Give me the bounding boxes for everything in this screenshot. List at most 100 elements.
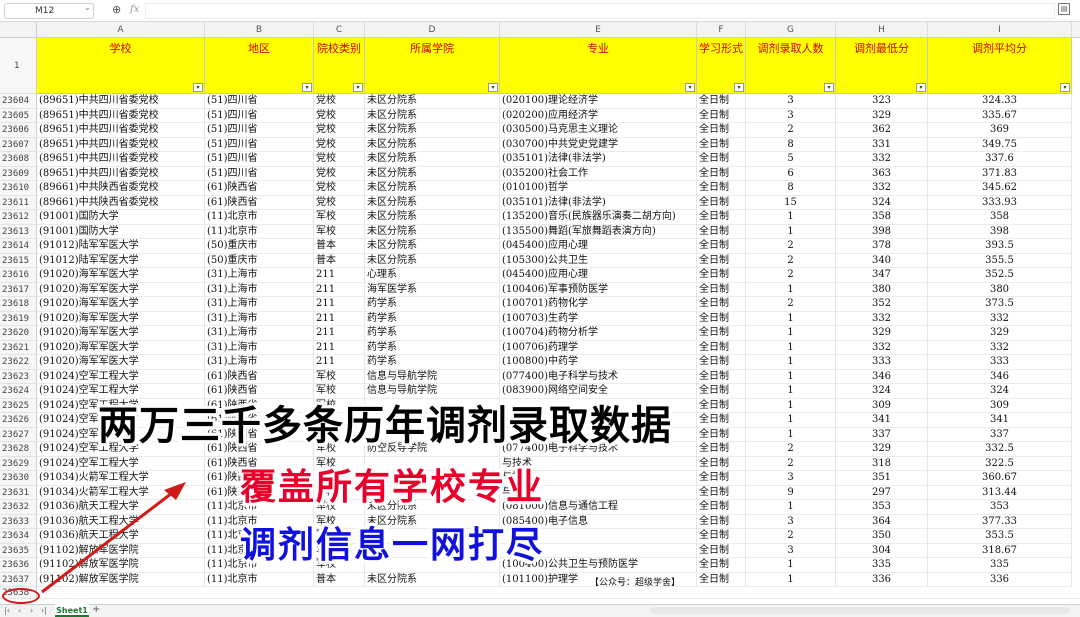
table-cell[interactable]: (010100)哲学 — [500, 181, 697, 196]
table-cell[interactable]: 352 — [836, 297, 928, 312]
table-cell[interactable]: 党校 — [314, 94, 365, 109]
row-header[interactable]: 23613 — [0, 224, 37, 239]
table-cell[interactable]: 1 — [746, 282, 836, 297]
table-cell[interactable]: (31)上海市 — [205, 297, 314, 312]
table-cell[interactable]: 9 — [746, 485, 836, 500]
column-header[interactable]: F — [697, 22, 746, 38]
table-cell[interactable]: (51)四川省 — [205, 152, 314, 167]
column-header[interactable]: A — [37, 22, 205, 38]
table-cell[interactable]: (91020)海军军医大学 — [37, 311, 205, 326]
table-cell[interactable]: (91020)海军军医大学 — [37, 355, 205, 370]
horizontal-scrollbar[interactable] — [650, 607, 1070, 614]
table-cell[interactable]: 377.33 — [928, 514, 1072, 529]
table-cell[interactable]: (035101)法律(非法学) — [500, 152, 697, 167]
chevron-down-icon[interactable]: ⌄ — [84, 3, 91, 12]
table-cell[interactable]: 323 — [836, 94, 928, 109]
table-cell[interactable]: (31)上海市 — [205, 355, 314, 370]
row-header[interactable]: 23634 — [0, 529, 37, 544]
header-cell[interactable]: 调剂平均分 ▾ — [928, 38, 1072, 94]
table-cell[interactable]: 350 — [836, 529, 928, 544]
table-cell[interactable]: 211 — [314, 340, 365, 355]
table-cell[interactable]: 未区分院系 — [365, 239, 500, 254]
sheet-tab[interactable]: Sheet1 — [55, 604, 89, 617]
table-cell[interactable]: (135500)舞蹈(军旅舞蹈表演方向) — [500, 224, 697, 239]
table-cell[interactable]: 398 — [836, 224, 928, 239]
table-cell[interactable]: 全日制 — [697, 514, 746, 529]
table-cell[interactable]: 3 — [746, 94, 836, 109]
column-header[interactable]: D — [365, 22, 500, 38]
table-cell[interactable]: 心理系 — [365, 268, 500, 283]
table-cell[interactable]: 全日制 — [697, 166, 746, 181]
table-cell[interactable]: 335.67 — [928, 108, 1072, 123]
table-cell[interactable]: (045400)应用心理 — [500, 239, 697, 254]
table-cell[interactable]: 全日制 — [697, 398, 746, 413]
table-cell[interactable]: (51)四川省 — [205, 108, 314, 123]
table-cell[interactable]: 351 — [836, 471, 928, 486]
table-cell[interactable]: 335 — [836, 558, 928, 573]
row-header[interactable]: 23628 — [0, 442, 37, 457]
table-cell[interactable]: 362 — [836, 123, 928, 138]
header-cell[interactable]: 学校 ▾ — [37, 38, 205, 94]
row-header[interactable]: 23604 — [0, 94, 37, 109]
row-header[interactable]: 23606 — [0, 123, 37, 138]
row-header[interactable]: 23605 — [0, 108, 37, 123]
table-cell[interactable]: 普本 — [314, 253, 365, 268]
table-cell[interactable]: 未区分院系 — [365, 108, 500, 123]
table-cell[interactable]: 全日制 — [697, 224, 746, 239]
table-cell[interactable]: 345.62 — [928, 181, 1072, 196]
filter-dropdown-icon[interactable]: ▾ — [824, 83, 834, 92]
row-header[interactable]: 23632 — [0, 500, 37, 515]
table-cell[interactable]: (100406)军事预防医学 — [500, 282, 697, 297]
table-cell[interactable]: 324 — [928, 384, 1072, 399]
table-cell[interactable]: (035200)社会工作 — [500, 166, 697, 181]
table-cell[interactable]: (91001)国防大学 — [37, 210, 205, 225]
row-header[interactable]: 23612 — [0, 210, 37, 225]
table-cell[interactable]: 8 — [746, 137, 836, 152]
table-cell[interactable]: 全日制 — [697, 413, 746, 428]
table-cell[interactable]: 2 — [746, 239, 836, 254]
table-cell[interactable]: 340 — [836, 253, 928, 268]
table-cell[interactable]: 1 — [746, 500, 836, 515]
table-cell[interactable]: (89661)中共陕西省委党校 — [37, 181, 205, 196]
table-cell[interactable]: (105300)公共卫生 — [500, 253, 697, 268]
column-header[interactable]: B — [205, 22, 314, 38]
table-cell[interactable]: 全日制 — [697, 268, 746, 283]
table-cell[interactable]: 347 — [836, 268, 928, 283]
table-cell[interactable]: (100703)生药学 — [500, 311, 697, 326]
row-header[interactable]: 23626 — [0, 413, 37, 428]
table-cell[interactable]: 普本 — [314, 239, 365, 254]
table-cell[interactable]: (030500)马克思主义理论 — [500, 123, 697, 138]
row-header[interactable]: 23629 — [0, 456, 37, 471]
table-cell[interactable]: 346 — [928, 369, 1072, 384]
table-cell[interactable]: 药学系 — [365, 326, 500, 341]
table-cell[interactable]: 1 — [746, 384, 836, 399]
table-cell[interactable]: 329 — [836, 108, 928, 123]
table-cell[interactable]: 全日制 — [697, 326, 746, 341]
table-cell[interactable]: 5 — [746, 152, 836, 167]
table-cell[interactable]: 未区分院系 — [365, 224, 500, 239]
table-cell[interactable]: 未区分院系 — [365, 94, 500, 109]
table-cell[interactable]: (89651)中共四川省委党校 — [37, 123, 205, 138]
table-cell[interactable]: (035101)法律(非法学) — [500, 195, 697, 210]
table-cell[interactable]: 未区分院系 — [365, 166, 500, 181]
table-cell[interactable]: 337 — [928, 427, 1072, 442]
table-cell[interactable]: 322.5 — [928, 456, 1072, 471]
table-cell[interactable]: (91036)航天工程大学 — [37, 500, 205, 515]
fx-icon[interactable]: fx — [130, 4, 139, 15]
table-cell[interactable]: 341 — [928, 413, 1072, 428]
table-cell[interactable]: (91102)解放军医学院 — [37, 543, 205, 558]
table-cell[interactable]: (31)上海市 — [205, 268, 314, 283]
row-header[interactable]: 1 — [0, 38, 37, 94]
table-cell[interactable]: (51)四川省 — [205, 94, 314, 109]
table-cell[interactable]: 全日制 — [697, 427, 746, 442]
empty-row[interactable] — [37, 587, 1080, 599]
table-cell[interactable]: 1 — [746, 355, 836, 370]
table-cell[interactable]: 全日制 — [697, 239, 746, 254]
table-cell[interactable]: (61)陕西省 — [205, 369, 314, 384]
table-cell[interactable]: 全日制 — [697, 253, 746, 268]
table-cell[interactable]: 未区分院系 — [365, 123, 500, 138]
table-cell[interactable]: 329 — [836, 326, 928, 341]
select-all-corner[interactable] — [0, 22, 37, 38]
table-cell[interactable]: 未区分院系 — [365, 152, 500, 167]
table-cell[interactable]: 352.5 — [928, 268, 1072, 283]
